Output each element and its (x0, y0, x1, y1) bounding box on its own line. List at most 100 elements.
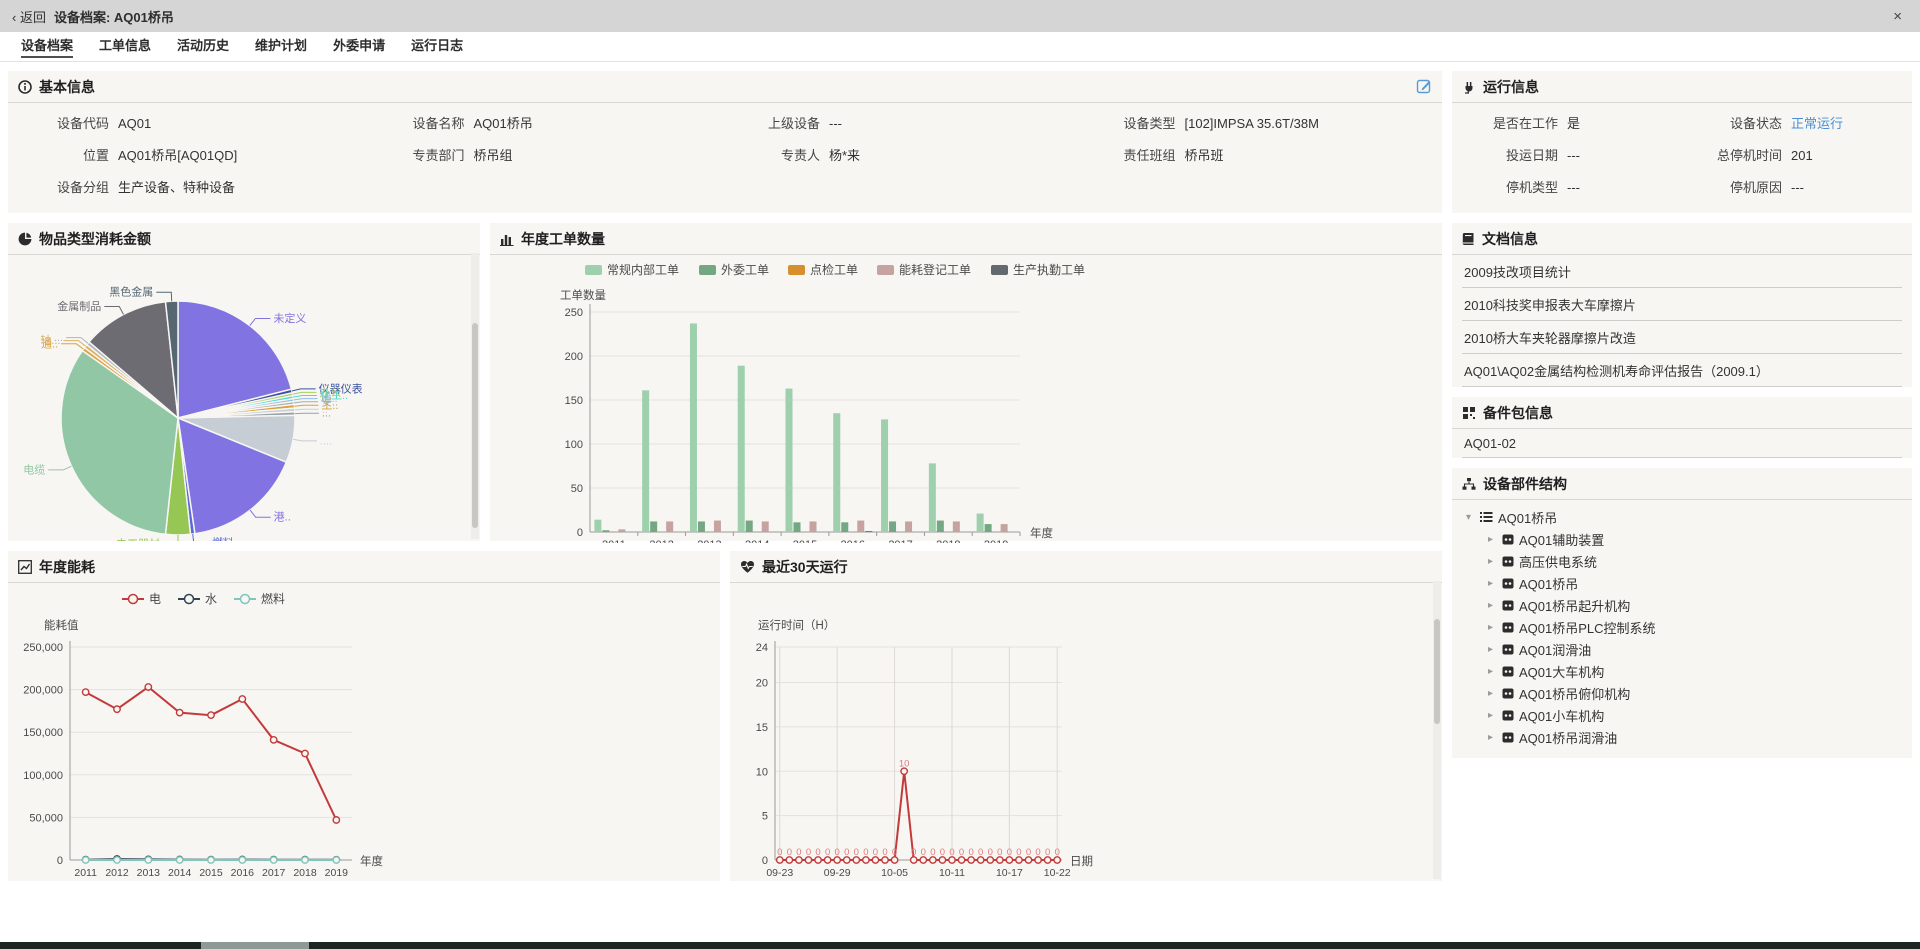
legend-swatch[interactable] (877, 265, 894, 275)
data-point[interactable] (239, 857, 245, 863)
energy-line-chart[interactable]: 电水燃料能耗值050,000100,000150,000200,000250,0… (8, 583, 708, 883)
list-item[interactable]: AQ01\AQ02金属结构检测机寿命评估报告（2009.1） (1462, 354, 1902, 387)
data-point[interactable] (333, 817, 339, 823)
caret-right-icon[interactable]: ▸ (1488, 622, 1502, 633)
bar[interactable] (810, 521, 817, 532)
line-series[interactable] (86, 687, 337, 820)
legend-swatch[interactable] (585, 265, 602, 275)
bar[interactable] (929, 463, 936, 532)
consumption-pie-chart[interactable]: 未定义仪器仪表办公化工..地..安..工...........港..燃料电工器材… (8, 255, 464, 541)
data-point[interactable] (270, 737, 276, 743)
tree-node[interactable]: ▸AQ01桥吊PLC控制系统 (1466, 616, 1902, 638)
data-point[interactable] (145, 857, 151, 863)
data-point[interactable] (333, 857, 339, 863)
list-item[interactable]: 2010桥大车夹轮器摩擦片改造 (1462, 321, 1902, 354)
tree-node[interactable]: ▸AQ01桥吊 (1466, 572, 1902, 594)
tab-5[interactable]: 运行日志 (398, 30, 476, 61)
legend-label[interactable]: 点检工单 (810, 262, 858, 277)
tab-1[interactable]: 工单信息 (86, 30, 164, 61)
tree-root[interactable]: ▾AQ01桥吊 (1466, 506, 1902, 528)
tree-node[interactable]: ▸AQ01小车机构 (1466, 704, 1902, 726)
data-point[interactable] (114, 706, 120, 712)
data-point[interactable] (208, 712, 214, 718)
tree-node[interactable]: ▸AQ01桥吊俯仰机构 (1466, 682, 1902, 704)
bar[interactable] (977, 514, 984, 532)
bar[interactable] (937, 521, 944, 532)
legend-swatch[interactable] (788, 265, 805, 275)
legend-label[interactable]: 生产执勤工单 (1013, 263, 1085, 277)
data-point[interactable] (208, 857, 214, 863)
bar[interactable] (953, 521, 960, 532)
legend-label[interactable]: 常规内部工单 (607, 262, 679, 277)
bar[interactable] (642, 390, 649, 532)
tree-node[interactable]: ▸AQ01桥吊起升机构 (1466, 594, 1902, 616)
legend-label[interactable]: 外委工单 (721, 263, 769, 277)
legend-swatch[interactable] (699, 265, 716, 275)
caret-right-icon[interactable]: ▸ (1488, 534, 1502, 545)
bar[interactable] (690, 323, 697, 532)
bar[interactable] (698, 521, 705, 532)
bar[interactable] (794, 522, 801, 532)
bar[interactable] (889, 521, 896, 532)
tab-4[interactable]: 外委申请 (320, 30, 398, 61)
tab-3[interactable]: 维护计划 (242, 30, 320, 61)
close-icon[interactable]: × (1887, 8, 1908, 25)
workorder-bar-chart[interactable]: 常规内部工单外委工单点检工单能耗登记工单生产执勤工单工单数量0501001502… (490, 255, 1440, 543)
caret-right-icon[interactable]: ▸ (1488, 710, 1502, 721)
bar[interactable] (833, 413, 840, 532)
bar[interactable] (865, 531, 872, 532)
caret-right-icon[interactable]: ▸ (1488, 666, 1502, 677)
tree-node[interactable]: ▸AQ01辅助装置 (1466, 528, 1902, 550)
bar[interactable] (786, 389, 793, 532)
caret-right-icon[interactable]: ▸ (1488, 688, 1502, 699)
legend-marker[interactable] (129, 595, 138, 604)
data-point[interactable] (176, 709, 182, 715)
last30-scrollbar[interactable] (1433, 581, 1441, 879)
status-link[interactable]: 正常运行 (1791, 113, 1843, 132)
legend-label[interactable]: 燃料 (261, 591, 285, 606)
last30-line-chart[interactable]: 运行时间（H）051015202409-2309-2910-0510-1110-… (730, 583, 1430, 883)
bar[interactable] (618, 529, 625, 532)
bar[interactable] (841, 522, 848, 532)
back-button[interactable]: ‹ 返回 (12, 7, 46, 26)
caret-right-icon[interactable]: ▸ (1488, 556, 1502, 567)
bar[interactable] (905, 521, 912, 532)
tab-0[interactable]: 设备档案 (8, 30, 86, 61)
legend-swatch[interactable] (991, 265, 1008, 275)
data-point[interactable] (145, 684, 151, 690)
bar[interactable] (857, 521, 864, 532)
data-point[interactable] (302, 857, 308, 863)
data-point[interactable] (114, 857, 120, 863)
caret-down-icon[interactable]: ▾ (1466, 512, 1480, 523)
bar[interactable] (738, 366, 745, 532)
bar[interactable] (1001, 524, 1008, 532)
legend-label[interactable]: 能耗登记工单 (899, 262, 971, 277)
data-point[interactable] (82, 857, 88, 863)
data-point[interactable] (82, 689, 88, 695)
bar[interactable] (650, 521, 657, 532)
legend-label[interactable]: 水 (205, 592, 217, 606)
bar[interactable] (666, 521, 673, 532)
tree-node[interactable]: ▸AQ01润滑油 (1466, 638, 1902, 660)
bar[interactable] (881, 419, 888, 532)
list-item[interactable]: AQ01-02 (1462, 429, 1902, 458)
data-point[interactable] (302, 750, 308, 756)
tree-node[interactable]: ▸高压供电系统 (1466, 550, 1902, 572)
bar[interactable] (594, 520, 601, 532)
tree-node[interactable]: ▸AQ01大车机构 (1466, 660, 1902, 682)
caret-right-icon[interactable]: ▸ (1488, 644, 1502, 655)
caret-right-icon[interactable]: ▸ (1488, 600, 1502, 611)
data-point[interactable] (176, 857, 182, 863)
bar[interactable] (746, 521, 753, 532)
legend-label[interactable]: 电 (149, 592, 161, 606)
data-point[interactable] (239, 696, 245, 702)
list-item[interactable]: 2010科技奖申报表大车摩擦片 (1462, 288, 1902, 321)
bar[interactable] (602, 530, 609, 532)
tree-node[interactable]: ▸AQ01桥吊润滑油 (1466, 726, 1902, 748)
bar[interactable] (762, 521, 769, 532)
tab-2[interactable]: 活动历史 (164, 30, 242, 61)
bar[interactable] (985, 524, 992, 532)
caret-right-icon[interactable]: ▸ (1488, 732, 1502, 743)
legend-marker[interactable] (185, 595, 194, 604)
pie-scrollbar[interactable] (471, 253, 479, 539)
